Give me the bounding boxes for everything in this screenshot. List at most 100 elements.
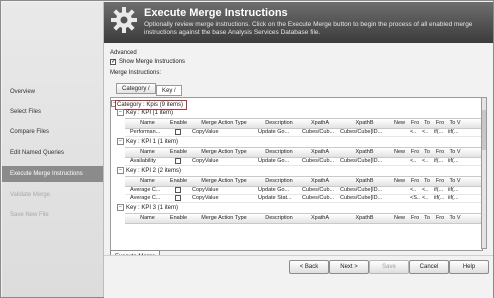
column-header[interactable]: Enable — [167, 214, 190, 222]
table-cell: Cubes/Cub... — [302, 187, 335, 193]
advanced-label: Advanced — [110, 50, 137, 56]
table-cell: Update Go... — [258, 129, 290, 135]
column-header[interactable]: To — [422, 119, 432, 127]
column-header[interactable]: Description — [258, 177, 300, 185]
column-header[interactable]: XpathA — [302, 177, 338, 185]
column-header[interactable]: New — [391, 119, 408, 127]
table-cell: Cubes/Cube[ID... — [340, 158, 383, 164]
main-panel: Advanced Show Merge Instructions Merge I… — [104, 43, 493, 264]
column-header[interactable]: To — [422, 177, 432, 185]
column-header[interactable]: To — [422, 148, 432, 156]
table-cell: CopyValue — [192, 158, 219, 164]
column-header[interactable]: XpathB — [340, 214, 389, 222]
table-cell: Cubes/Cub... — [302, 129, 335, 135]
table-cell: <.. — [422, 195, 429, 201]
column-header[interactable]: Fro — [434, 148, 446, 156]
collapse-icon[interactable]: − — [117, 109, 124, 116]
table-cell: Update Go... — [258, 158, 290, 164]
sidebar-item-save-new-file: Save New File — [10, 212, 49, 218]
table-cell: Cubes/Cube[ID... — [340, 187, 383, 193]
key-group-label: Key : KPI 3 (1 item) — [126, 205, 179, 212]
column-header[interactable]: Fro — [410, 119, 420, 127]
column-header[interactable]: Description — [258, 214, 300, 222]
column-header[interactable]: Name — [130, 119, 165, 127]
sidebar-item-execute-merge-instructions[interactable]: Execute Merge Instructions — [2, 166, 103, 182]
table-cell: <.. — [410, 129, 417, 135]
column-header[interactable]: Name — [130, 148, 165, 156]
sidebar-item-edit-named-queries[interactable]: Edit Named Queries — [2, 145, 103, 161]
category-group-row[interactable]: − Category : Kpis (9 items) — [111, 99, 482, 110]
merge-grid[interactable]: − Category : Kpis (9 items) −Key : KPI (… — [110, 97, 483, 251]
scrollbar-thumb[interactable] — [482, 110, 486, 150]
sidebar-item-select-files[interactable]: Select Files — [2, 104, 103, 120]
column-header[interactable]: New — [391, 214, 408, 222]
column-header[interactable]: Name — [130, 177, 165, 185]
page-description: Optionally review merge instructions. Cl… — [144, 21, 473, 36]
column-header[interactable]: XpathB — [340, 119, 389, 127]
column-header[interactable]: Enable — [167, 148, 190, 156]
table-cell: <.. — [422, 158, 429, 164]
key-group-row[interactable]: − Key : KPI 3 (1 item) — [117, 204, 477, 212]
column-header[interactable]: New — [391, 148, 408, 156]
column-header[interactable]: Fro — [434, 177, 446, 185]
back-button[interactable]: < Back — [289, 260, 329, 274]
column-header[interactable]: XpathA — [302, 119, 338, 127]
column-header[interactable]: To V — [448, 177, 462, 185]
show-merge-checkbox[interactable] — [110, 58, 116, 65]
page-title: Execute Merge Instructions — [144, 7, 288, 19]
column-header[interactable]: Merge Action Type — [192, 148, 256, 156]
table-cell: CopyValue — [192, 187, 219, 193]
vertical-scrollbar[interactable] — [481, 97, 487, 249]
cancel-button[interactable]: Cancel — [409, 260, 449, 274]
enable-checkbox[interactable] — [175, 195, 181, 201]
column-header[interactable]: Fro — [434, 119, 446, 127]
table-cell: <.. — [410, 187, 417, 193]
column-header[interactable]: To V — [448, 214, 462, 222]
table-cell — [391, 157, 408, 165]
column-header[interactable]: XpathB — [340, 177, 389, 185]
tab-category[interactable]: Category / — [116, 83, 156, 94]
column-header[interactable]: To V — [448, 148, 462, 156]
column-header[interactable]: Merge Action Type — [192, 119, 256, 127]
column-header[interactable]: Fro — [434, 214, 446, 222]
collapse-icon[interactable]: − — [117, 204, 124, 211]
table-cell: CopyValue — [192, 129, 219, 135]
column-header[interactable]: Merge Action Type — [192, 177, 256, 185]
enable-checkbox[interactable] — [175, 187, 181, 193]
enable-checkbox[interactable] — [175, 129, 181, 135]
key-group-row[interactable]: − Key : KPI 1 (1 item) — [117, 138, 477, 146]
sidebar-item-overview[interactable]: Overview — [2, 84, 103, 100]
table-cell: <.. — [422, 129, 429, 135]
column-header[interactable]: Fro — [410, 148, 420, 156]
column-header[interactable]: Merge Action Type — [192, 214, 256, 222]
collapse-icon[interactable]: − — [117, 138, 124, 145]
sidebar-item-validate-merge: Validate Merge — [10, 192, 50, 198]
column-header[interactable]: Enable — [167, 177, 190, 185]
column-header[interactable]: XpathA — [302, 214, 338, 222]
column-header[interactable]: XpathB — [340, 148, 389, 156]
column-header[interactable]: Fro — [410, 177, 420, 185]
column-header[interactable]: To — [422, 214, 432, 222]
key-group-row[interactable]: − Key : KPI (1 item) — [117, 109, 477, 117]
column-header[interactable]: Description — [258, 148, 300, 156]
table-cell: Average C... — [130, 187, 161, 193]
sidebar-item-compare-files[interactable]: Compare Files — [2, 124, 103, 140]
help-button[interactable]: Help — [449, 260, 489, 274]
column-header[interactable]: Fro — [410, 214, 420, 222]
key-group-row[interactable]: − Key : KPI 2 (2 items) — [117, 167, 477, 175]
column-header[interactable]: To V — [448, 119, 462, 127]
collapse-icon[interactable]: − — [117, 167, 124, 174]
column-header[interactable]: XpathA — [302, 148, 338, 156]
column-header[interactable]: New — [391, 177, 408, 185]
tab-key[interactable]: Key / — [156, 85, 182, 96]
table-cell: if(... — [434, 158, 444, 164]
table-cell: Performan... — [130, 129, 161, 135]
next-button[interactable]: Next > — [329, 260, 369, 274]
column-header[interactable]: Enable — [167, 119, 190, 127]
table-cell: Update Go... — [258, 187, 290, 193]
table-cell: Cubes/Cub... — [302, 158, 335, 164]
column-header[interactable]: Description — [258, 119, 300, 127]
tab-category-label: Category — [122, 86, 147, 92]
enable-checkbox[interactable] — [175, 158, 181, 164]
column-header[interactable]: Name — [130, 214, 165, 222]
